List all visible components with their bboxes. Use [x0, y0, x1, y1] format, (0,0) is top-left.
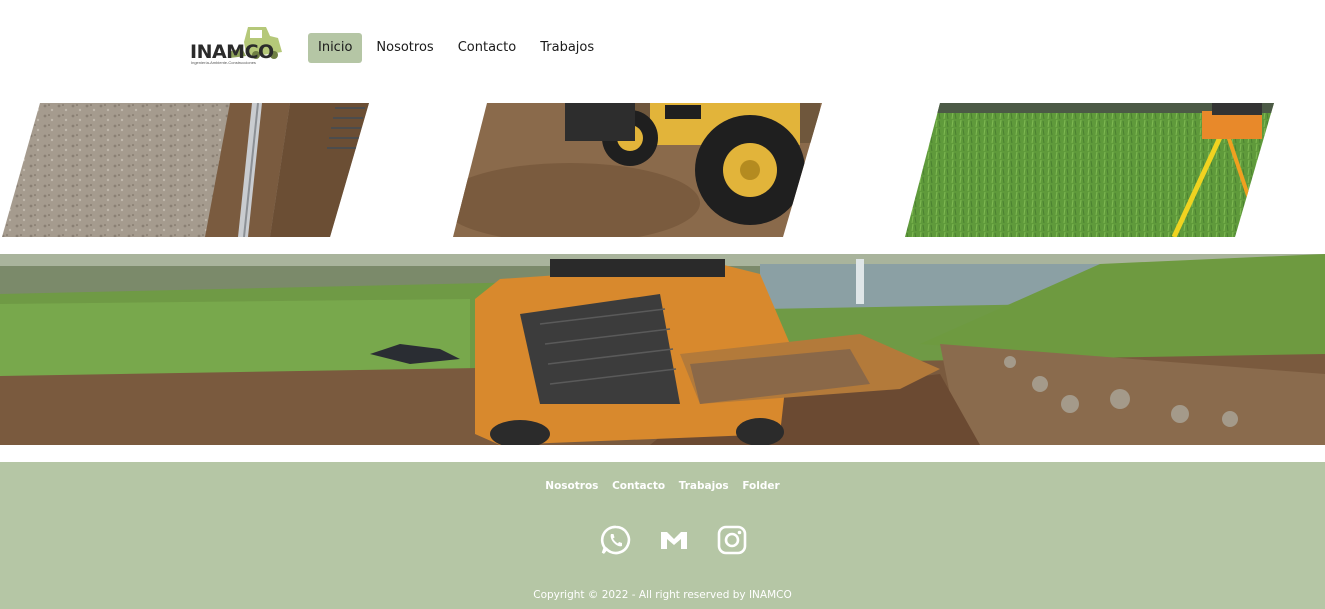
copyright-text: Copyright © 2022 - All right reserved by… [533, 589, 792, 601]
logo[interactable]: INAMCO Ingeniería-Ambiente-Construccione… [188, 24, 288, 68]
instagram-icon[interactable] [716, 524, 748, 556]
nav-contacto[interactable]: Contacto [448, 33, 527, 63]
social-links [600, 524, 750, 558]
survey-image [905, 103, 1274, 237]
footer-link-trabajos[interactable]: Trabajos [679, 480, 729, 492]
gallery-tile-jcb[interactable] [450, 103, 825, 237]
main-nav: Inicio Nosotros Contacto Trabajos [308, 33, 606, 63]
jcb-image [453, 103, 822, 237]
site-header: INAMCO Ingeniería-Ambiente-Construccione… [0, 0, 1325, 95]
footer-link-contacto[interactable]: Contacto [612, 480, 665, 492]
gallery-tile-survey[interactable] [902, 103, 1277, 237]
hero-banner [0, 254, 1325, 445]
gmail-icon[interactable] [658, 524, 690, 556]
trench-image [2, 103, 369, 237]
footer-links: Nosotros Contacto Trabajos Folder [0, 480, 1325, 492]
site-footer: Nosotros Contacto Trabajos Folder Copyri… [0, 462, 1325, 609]
footer-link-folder[interactable]: Folder [742, 480, 779, 492]
nav-inicio[interactable]: Inicio [308, 33, 363, 63]
nav-nosotros[interactable]: Nosotros [366, 33, 443, 63]
nav-trabajos[interactable]: Trabajos [530, 33, 604, 63]
whatsapp-icon[interactable] [600, 524, 632, 556]
skid-steer-image [0, 254, 1325, 445]
gallery-tile-trench[interactable] [0, 103, 372, 237]
logo-subtitle: Ingeniería-Ambiente-Construcciones [191, 60, 256, 65]
footer-link-nosotros[interactable]: Nosotros [545, 480, 598, 492]
